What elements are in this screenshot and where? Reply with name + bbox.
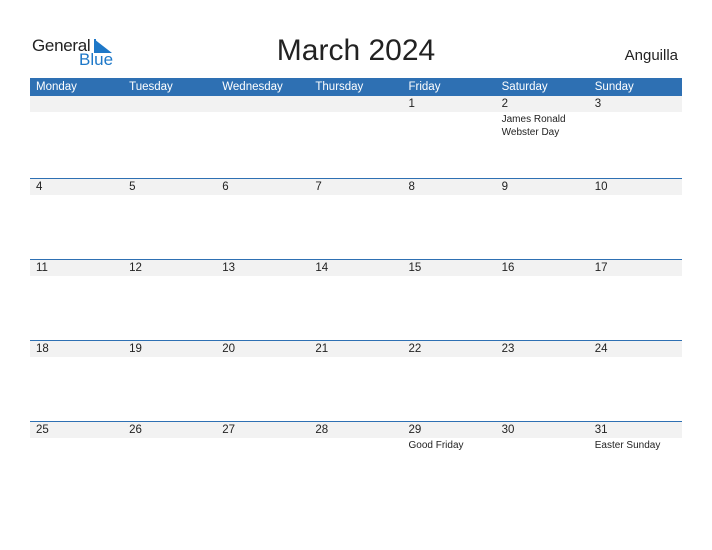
week-row: 25 26 27 28 29 Good Friday 30 31 Easter Sunday <box>30 421 682 502</box>
day-cell: 2 James Ronald Webster Day <box>496 96 589 139</box>
weekday-wednesday: Wednesday <box>222 81 283 93</box>
day-cell: 27 <box>216 422 309 452</box>
day-number: 14 <box>315 262 329 274</box>
day-cell: 5 <box>123 179 216 195</box>
day-cell: 25 <box>30 422 123 452</box>
day-cell: 28 <box>309 422 402 452</box>
day-number: 2 <box>501 98 509 110</box>
day-number: 25 <box>36 424 49 436</box>
day-cell: 7 <box>309 179 402 195</box>
day-cell: 21 <box>309 341 402 357</box>
country-label: Anguilla <box>624 47 678 64</box>
day-number: 3 <box>594 98 602 110</box>
day-cell: 18 <box>30 341 123 357</box>
day-cell: 3 <box>589 96 682 139</box>
holiday-label: Easter Sunday <box>594 440 661 451</box>
day-number: 13 <box>222 262 236 274</box>
day-number: 16 <box>501 262 515 274</box>
calendar-grid: Monday Tuesday Wednesday Thursday Friday Satu… <box>30 78 682 502</box>
day-number <box>315 96 402 112</box>
day-cell: 8 <box>403 179 496 195</box>
day-cell: 31 Easter Sunday <box>589 422 682 452</box>
day-cell: 6 <box>216 179 309 195</box>
weekday-friday: Friday <box>408 81 441 93</box>
day-number: 26 <box>129 424 142 436</box>
holiday-label: Good Friday <box>408 440 464 451</box>
day-cell: 24 <box>589 341 682 357</box>
day-cell: 11 <box>30 260 123 276</box>
day-number: 20 <box>222 343 236 355</box>
day-number: 7 <box>315 181 322 193</box>
calendar-title: March 2024 <box>276 34 436 67</box>
week-row: 18 19 20 21 22 23 24 <box>30 340 682 421</box>
week-row: 1 2 James Ronald Webster Day 3 <box>30 96 682 178</box>
day-number: 4 <box>36 181 43 193</box>
weekday-tuesday: Tuesday <box>129 81 173 93</box>
day-number: 21 <box>315 343 329 355</box>
day-cell: 15 <box>403 260 496 276</box>
day-cell: 29 Good Friday <box>403 422 496 452</box>
day-cell: 14 <box>309 260 402 276</box>
day-cell: 4 <box>30 179 123 195</box>
day-cell: 20 <box>216 341 309 357</box>
day-number <box>129 96 216 112</box>
day-number: 12 <box>129 262 142 274</box>
day-cell <box>123 96 216 139</box>
day-number: 17 <box>594 262 608 274</box>
day-number: 15 <box>408 262 422 274</box>
day-cell: 22 <box>403 341 496 357</box>
weekday-header: Monday Tuesday Wednesday Thursday Friday Satu… <box>30 78 682 96</box>
day-cell: 19 <box>123 341 216 357</box>
day-cell: 26 <box>123 422 216 452</box>
day-number: 23 <box>501 343 515 355</box>
day-cell <box>30 96 123 139</box>
day-number <box>36 96 123 112</box>
day-cell: 16 <box>496 260 589 276</box>
day-number: 9 <box>501 181 509 193</box>
day-cell: 1 <box>403 96 496 139</box>
day-cell: 12 <box>123 260 216 276</box>
day-number: 22 <box>408 343 422 355</box>
day-cell <box>309 96 402 139</box>
day-cell: 30 <box>496 422 589 452</box>
day-number: 19 <box>129 343 142 355</box>
holiday-label: James Ronald Webster Day <box>501 114 566 138</box>
weekday-monday: Monday <box>36 81 77 93</box>
day-number: 1 <box>408 98 415 110</box>
weekday-thursday: Thursday <box>315 81 364 93</box>
weekday-saturday: Saturday <box>501 81 548 93</box>
week-row: 11 12 13 14 15 16 17 <box>30 259 682 340</box>
day-number: 18 <box>36 343 49 355</box>
day-number <box>222 96 309 112</box>
day-number: 5 <box>129 181 136 193</box>
day-cell <box>216 96 309 139</box>
day-number: 8 <box>408 181 415 193</box>
day-cell: 10 <box>589 179 682 195</box>
day-cell: 23 <box>496 341 589 357</box>
day-number: 29 <box>408 424 422 436</box>
day-number: 11 <box>36 262 48 274</box>
day-number: 6 <box>222 181 229 193</box>
week-row: 4 5 6 7 8 9 10 <box>30 178 682 259</box>
day-cell: 17 <box>589 260 682 276</box>
day-cell: 13 <box>216 260 309 276</box>
weekday-sunday: Sunday <box>594 81 634 93</box>
day-number: 27 <box>222 424 236 436</box>
day-number: 24 <box>594 343 608 355</box>
weeks-container: 1 2 James Ronald Webster Day 3 4 5 6 7 8 9 10 11 12 1… <box>30 96 682 502</box>
day-number: 10 <box>594 181 608 193</box>
day-cell: 9 <box>496 179 589 195</box>
day-number: 28 <box>315 424 329 436</box>
day-number: 30 <box>501 424 515 436</box>
day-number: 31 <box>594 424 608 436</box>
